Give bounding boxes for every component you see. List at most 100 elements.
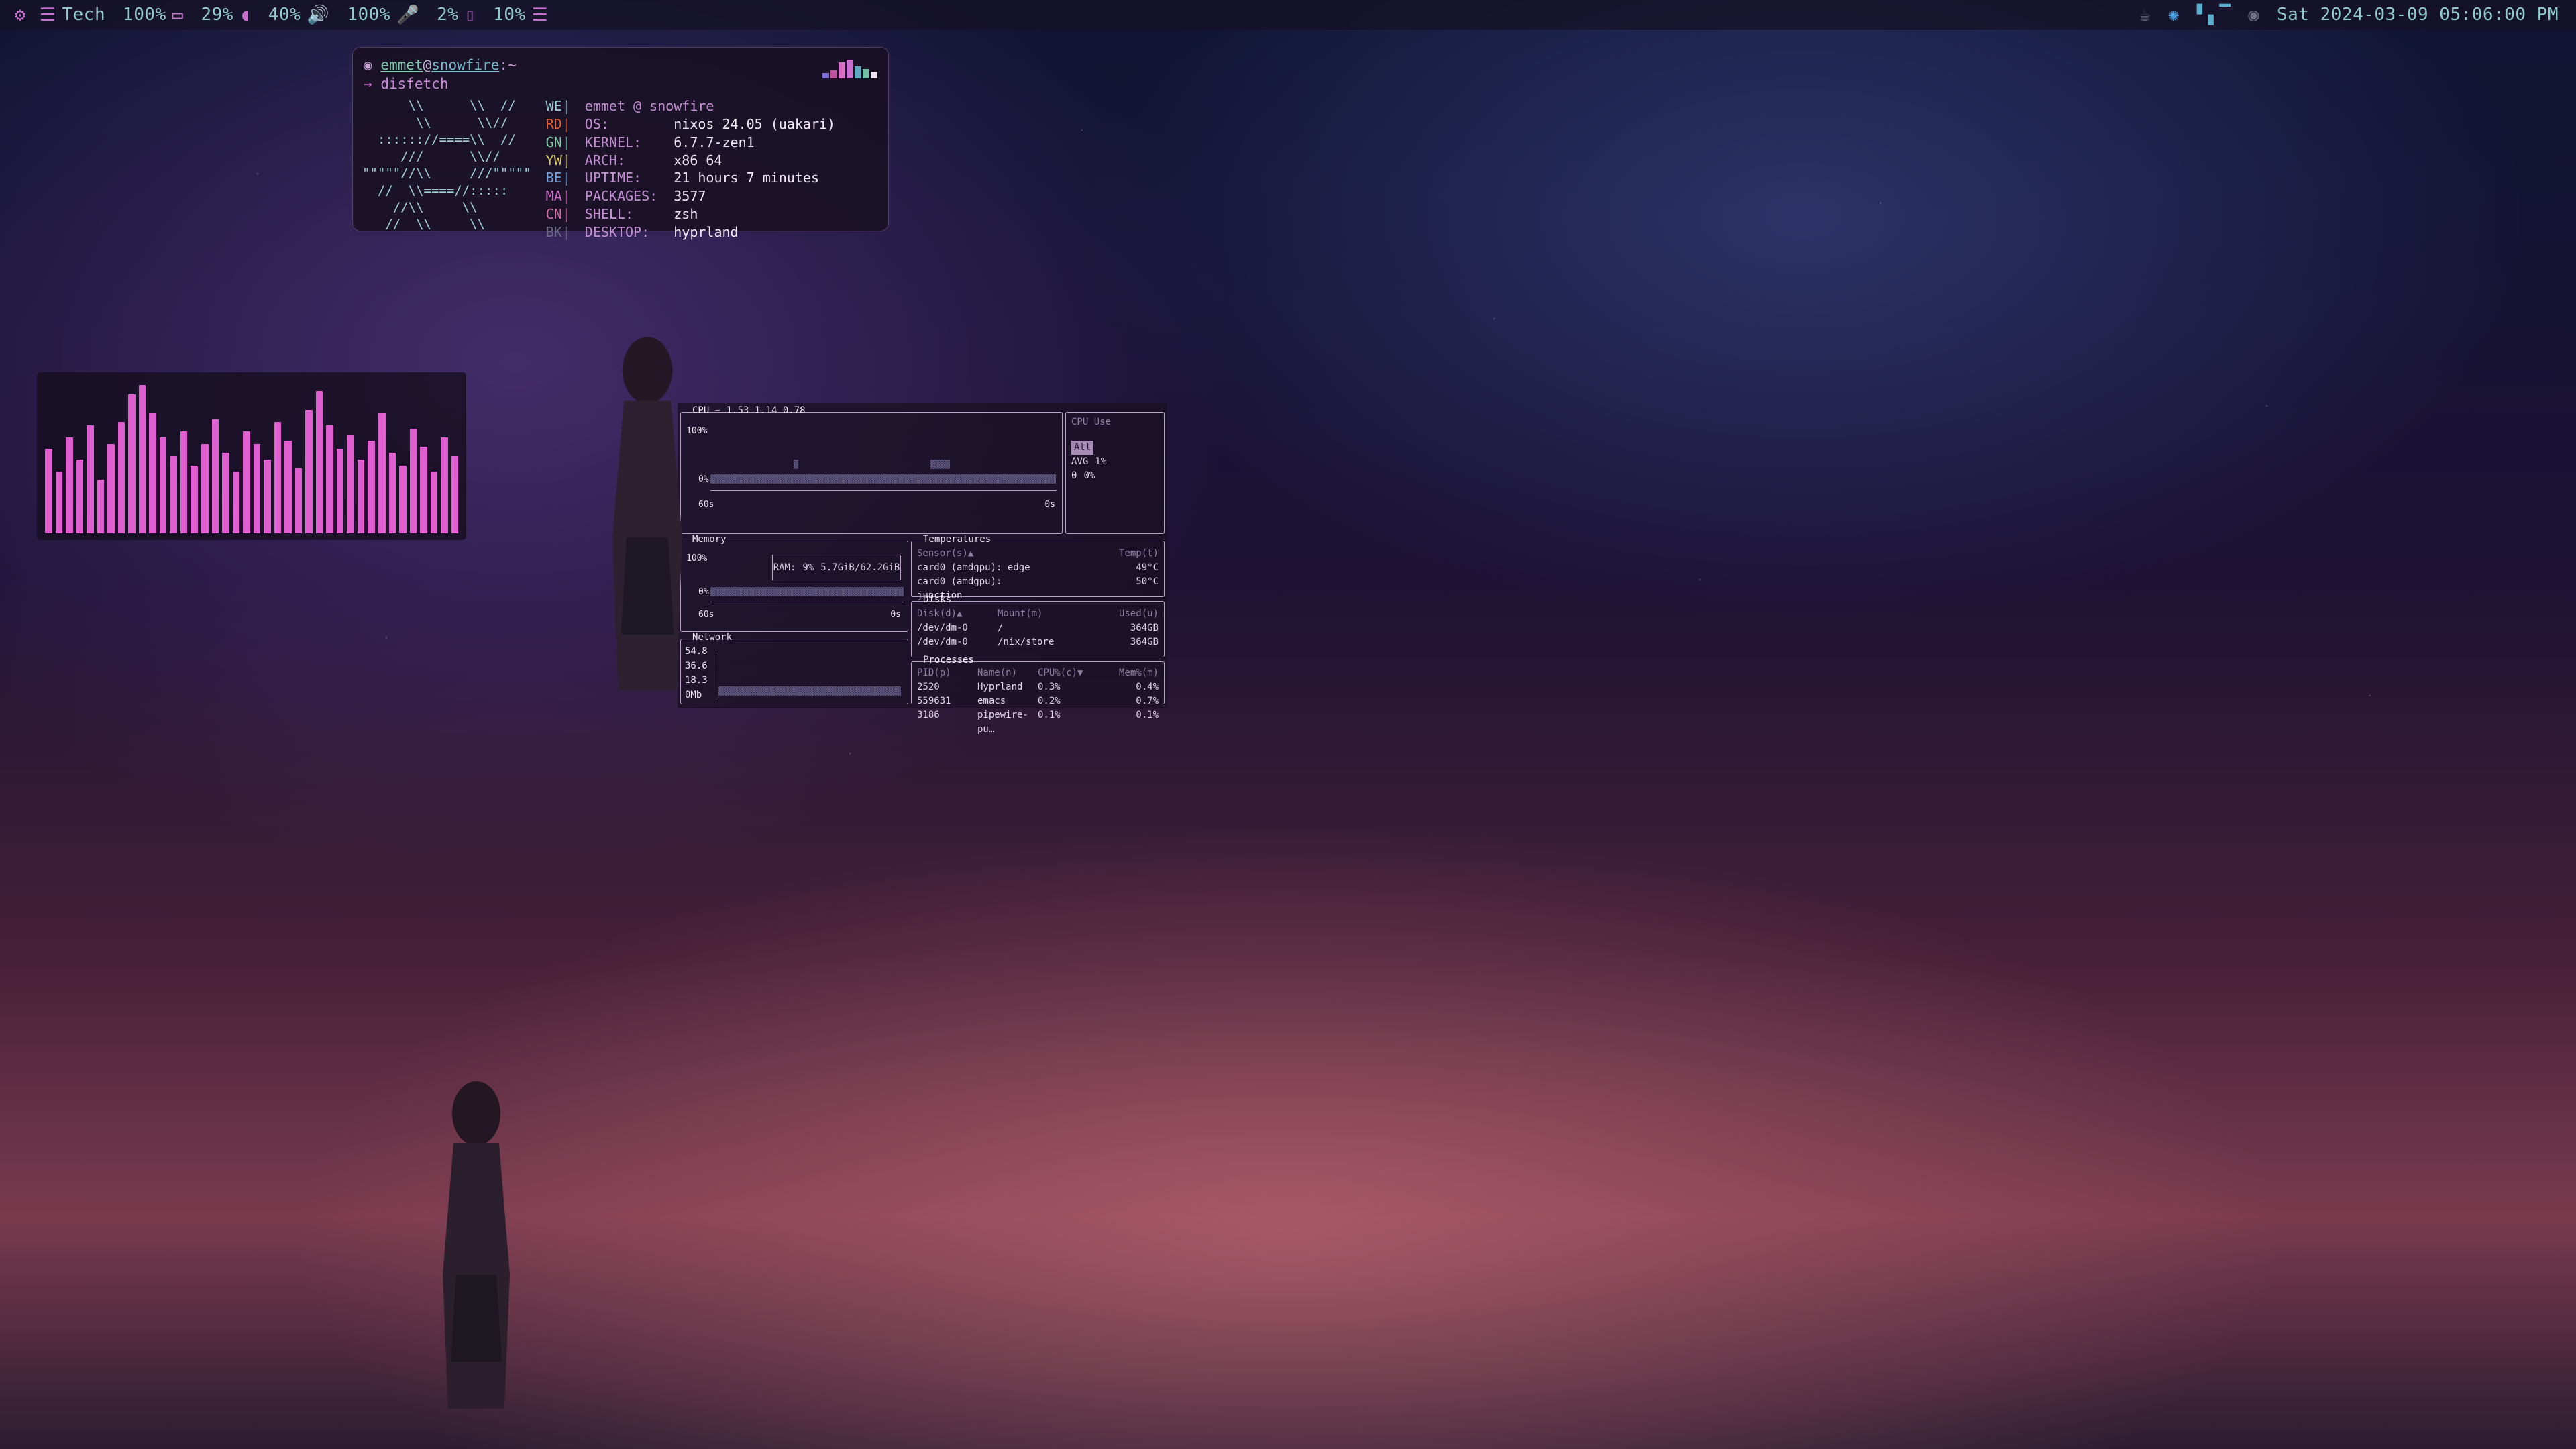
btop-proc-header: PID(p) Name(n) CPU%(c)▼ Mem%(m) xyxy=(917,666,1159,680)
btop-cpu-row-value: 0% xyxy=(1083,470,1095,481)
visualizer-bar xyxy=(232,472,240,533)
btop-cpu-row[interactable]: All xyxy=(1071,441,1159,455)
btop-temperatures-title: Temperatures xyxy=(923,534,991,545)
btop-cpu-spike-2: ▓▓▓▓ xyxy=(930,460,950,469)
btop-proc-cell: 3186 xyxy=(917,710,940,720)
visualizer-bar xyxy=(430,472,438,533)
visualizer-bar xyxy=(243,431,250,533)
visualizer-bar xyxy=(274,422,282,533)
visualizer-bar xyxy=(368,441,375,533)
visualizer-bar xyxy=(76,459,84,533)
visualizer-bar xyxy=(149,413,156,533)
visualizer-bar xyxy=(326,425,333,533)
visualizer-bar xyxy=(45,448,52,533)
btop-network-tick: 36.6 xyxy=(685,660,708,672)
btop-cpu-row-label: AVG xyxy=(1071,456,1089,467)
btop-cpu-spike-1: ▓ xyxy=(794,460,799,469)
btop-disks-header-cell[interactable]: Mount(m) xyxy=(998,607,1078,621)
btop-temperatures-box[interactable]: Temperatures Sensor(s)▲ Temp(t) card0 (amd… xyxy=(911,534,1165,601)
visualizer-bar xyxy=(97,479,105,533)
visualizer-bar xyxy=(336,448,344,533)
btop-memory-graph: ▓▓▓▓▓▓▓▓▓▓▓▓▓▓▓▓▓▓▓▓▓▓▓▓▓▓▓▓▓▓▓▓▓▓▓▓▓▓▓▓… xyxy=(710,587,904,596)
visualizer-bar xyxy=(211,419,219,533)
visualizer-bar xyxy=(305,410,313,533)
btop-disks-cell: /dev/dm-0 xyxy=(917,623,968,633)
visualizer-bar xyxy=(378,413,386,533)
btop-disks-row[interactable]: /dev/dm-0/nix/store 364GB xyxy=(917,635,1159,649)
btop-proc-header-cell[interactable]: Name(n) xyxy=(977,666,1038,680)
btop-cpu-row-label: 0 xyxy=(1071,470,1077,481)
btop-temp-row[interactable]: card0 (amdgpu): edge 49°C xyxy=(917,561,1159,575)
btop-temp-header-cell[interactable]: Temp(t) xyxy=(1038,547,1159,561)
visualizer-bar xyxy=(191,465,198,533)
btop-disks-box[interactable]: Disks Disk(d)▲ Mount(m) Used(u) /dev/dm-0 / 3… xyxy=(911,594,1165,657)
btop-proc-cell: 0.7% xyxy=(1136,696,1159,706)
visualizer-bar xyxy=(87,425,94,533)
btop-processes-box[interactable]: Processes PID(p) Name(n) CPU%(c)▼ Mem%(m) 25… xyxy=(911,655,1165,735)
btop-memory-box[interactable]: Memory 100% 0% ▓▓▓▓▓▓▓▓▓▓▓▓▓▓▓▓▓▓▓▓▓▓▓▓▓… xyxy=(680,534,908,632)
btop-proc-cell: 0.1% xyxy=(1136,710,1159,720)
btop-proc-row[interactable]: 559631 emacs 0.2% 0.7% xyxy=(917,694,1159,708)
visualizer-bar xyxy=(284,441,292,533)
btop-temp-header: Sensor(s)▲ Temp(t) xyxy=(917,547,1159,561)
btop-proc-cell: 0.1% xyxy=(1038,710,1061,720)
btop-proc-cell: 2520 xyxy=(917,682,940,692)
visualizer-bar xyxy=(66,437,73,533)
btop-cpu-row[interactable]: AVG 1% xyxy=(1071,455,1159,469)
visualizer-bar xyxy=(180,431,188,533)
btop-disks-cell: /nix/store xyxy=(998,637,1055,647)
btop-disks-title: Disks xyxy=(923,594,952,605)
btop-proc-row[interactable]: 2520 Hyprland 0.3% 0.4% xyxy=(917,680,1159,694)
btop-proc-header-cell[interactable]: Mem%(m) xyxy=(1098,666,1159,680)
visualizer-bar xyxy=(294,468,303,533)
btop-disks-cell: / xyxy=(998,623,1004,633)
visualizer-bar xyxy=(388,453,396,533)
btop-temp-cell: 50°C xyxy=(1136,576,1159,587)
btop-disks-row[interactable]: /dev/dm-0 / 364GB xyxy=(917,621,1159,635)
btop-temp-cell: card0 (amdgpu): edge xyxy=(917,562,1030,573)
btop-cpu-graph: ▓▓▓▓▓▓▓▓▓▓▓▓▓▓▓▓▓▓▓▓▓▓▓▓▓▓▓▓▓▓▓▓▓▓▓▓▓▓▓▓… xyxy=(710,474,1056,484)
btop-cpu-side-box[interactable]: CPU Use All AVG 1% 0 0% xyxy=(1065,412,1165,534)
visualizer-bar xyxy=(117,422,125,533)
btop-ram-pct: 9% xyxy=(802,562,814,573)
btop-proc-cell: 0.3% xyxy=(1038,682,1061,692)
visualizer-bar xyxy=(451,456,459,533)
btop-cpu-row-label: All xyxy=(1071,441,1094,455)
audio-visualizer xyxy=(37,372,466,540)
btop-proc-cell: pipewire-pu… xyxy=(977,710,1028,735)
btop-system-monitor[interactable]: CPU − 1.53 1.14 0.78 100% 0% ▓▓▓▓▓▓▓▓▓▓▓… xyxy=(678,402,1167,735)
btop-cpu-box[interactable]: CPU − 1.53 1.14 0.78 100% 0% ▓▓▓▓▓▓▓▓▓▓▓… xyxy=(680,405,1063,534)
btop-disks-header-cell[interactable]: Disk(d)▲ xyxy=(917,607,998,621)
btop-proc-header-cell[interactable]: CPU%(c)▼ xyxy=(1038,666,1098,680)
btop-proc-cell: 559631 xyxy=(917,696,951,706)
btop-proc-cell: emacs xyxy=(977,696,1006,706)
btop-network-tick: 54.8 xyxy=(685,646,708,657)
btop-disks-header-cell[interactable]: Used(u) xyxy=(1078,607,1159,621)
visualizer-bar xyxy=(253,443,261,533)
btop-processes-title: Processes xyxy=(923,655,974,665)
visualizer-bar xyxy=(201,443,209,533)
btop-disks-cell: /dev/dm-0 xyxy=(917,637,968,647)
btop-disks-header: Disk(d)▲ Mount(m) Used(u) xyxy=(917,607,1159,621)
visualizer-bar xyxy=(159,437,167,533)
btop-proc-cell: Hyprland xyxy=(977,682,1023,692)
btop-ram-label: RAM: xyxy=(773,562,796,573)
visualizer-bar xyxy=(409,428,417,533)
visualizer-bar xyxy=(264,459,271,533)
btop-ram-usage: 5.7GiB/62.2GiB xyxy=(820,562,900,573)
btop-cpu-row[interactable]: 0 0% xyxy=(1071,469,1159,483)
visualizer-bar xyxy=(128,394,136,533)
btop-proc-row[interactable]: 3186 pipewire-pu… 0.1% 0.1% xyxy=(917,708,1159,737)
btop-proc-header-cell[interactable]: PID(p) xyxy=(917,666,977,680)
visualizer-bar xyxy=(399,465,407,533)
visualizer-bar xyxy=(55,472,63,533)
visualizer-bar xyxy=(138,385,146,533)
btop-ram-readout: RAM: 9% 5.7GiB/62.2GiB xyxy=(772,555,901,580)
btop-network-graph: ▓▓▓▓▓▓▓▓▓▓▓▓▓▓▓▓▓▓▓▓▓▓▓▓▓▓▓▓▓▓▓▓▓▓▓▓▓▓▓▓… xyxy=(718,686,901,696)
btop-disks-cell: 364GB xyxy=(1130,637,1159,647)
wallpaper-figure-main xyxy=(612,337,682,690)
btop-network-box[interactable]: Network 54.8 36.6 18.3 0Mb ▓▓▓▓▓▓▓▓▓▓▓▓▓▓▓▓… xyxy=(680,632,908,704)
btop-cpu-row-value: 1% xyxy=(1095,456,1107,467)
btop-temp-header-cell[interactable]: Sensor(s)▲ xyxy=(917,547,1038,561)
visualizer-bar xyxy=(441,437,448,533)
